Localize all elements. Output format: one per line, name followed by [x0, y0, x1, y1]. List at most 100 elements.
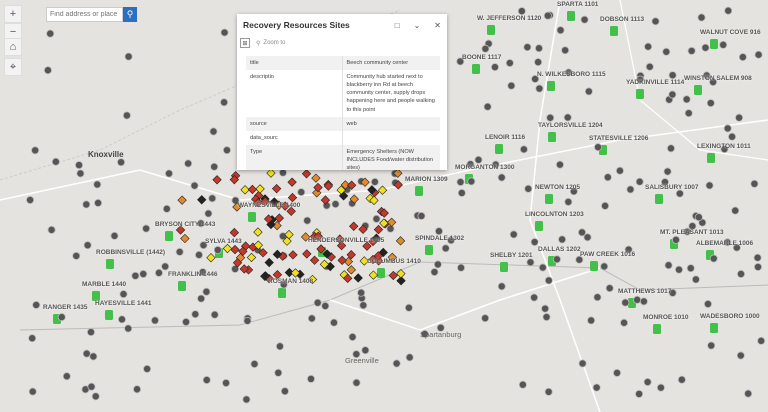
site-marker[interactable] [82, 200, 91, 209]
site-marker[interactable] [544, 276, 553, 285]
site-marker[interactable] [563, 113, 572, 122]
close-button[interactable]: ✕ [434, 21, 441, 30]
site-marker[interactable] [306, 374, 315, 383]
site-marker[interactable] [593, 293, 602, 302]
site-marker[interactable] [728, 132, 737, 141]
site-marker[interactable] [523, 43, 532, 52]
site-marker[interactable] [62, 372, 71, 381]
site-marker[interactable] [615, 166, 624, 175]
site-marker[interactable] [594, 143, 603, 152]
site-marker[interactable] [534, 44, 543, 53]
hazard-marker[interactable] [197, 195, 207, 205]
site-marker[interactable] [635, 177, 644, 186]
site-marker[interactable] [417, 211, 426, 220]
site-marker[interactable] [651, 17, 660, 26]
site-marker[interactable] [47, 225, 56, 234]
site-marker[interactable] [122, 111, 131, 120]
site-marker[interactable] [142, 224, 151, 233]
site-marker[interactable] [600, 262, 609, 271]
station-marker[interactable] [707, 153, 715, 163]
site-marker[interactable] [674, 265, 683, 274]
site-marker[interactable] [541, 304, 550, 313]
site-marker[interactable] [117, 315, 126, 324]
site-marker[interactable] [644, 42, 653, 51]
collapse-button[interactable]: ⌄ [414, 21, 421, 30]
site-marker[interactable] [210, 162, 219, 171]
site-marker[interactable] [535, 84, 544, 93]
station-marker[interactable] [178, 281, 186, 291]
hazard-marker[interactable] [301, 169, 312, 179]
site-marker[interactable] [605, 284, 614, 293]
site-marker[interactable] [621, 298, 630, 307]
site-marker[interactable] [87, 382, 96, 391]
site-marker[interactable] [457, 188, 466, 197]
site-marker[interactable] [430, 268, 439, 277]
site-marker[interactable] [242, 395, 251, 404]
site-marker[interactable] [731, 206, 740, 215]
site-marker[interactable] [639, 297, 648, 306]
site-marker[interactable] [370, 177, 379, 186]
hazard-marker[interactable] [396, 268, 406, 279]
site-marker[interactable] [706, 99, 715, 108]
site-marker[interactable] [75, 161, 84, 170]
hazard-marker[interactable] [373, 224, 384, 235]
site-marker[interactable] [204, 209, 213, 218]
site-marker[interactable] [754, 50, 763, 59]
site-marker[interactable] [213, 245, 222, 254]
station-marker[interactable] [710, 39, 718, 49]
station-marker[interactable] [425, 245, 433, 255]
station-marker[interactable] [545, 194, 553, 204]
site-marker[interactable] [93, 180, 102, 189]
site-marker[interactable] [519, 145, 528, 154]
site-marker[interactable] [517, 7, 526, 16]
site-marker[interactable] [303, 216, 312, 225]
site-marker[interactable] [89, 352, 98, 361]
site-marker[interactable] [564, 197, 573, 206]
hazard-marker[interactable] [180, 233, 190, 244]
site-marker[interactable] [542, 313, 551, 322]
site-marker[interactable] [481, 44, 490, 53]
site-marker[interactable] [543, 11, 552, 20]
station-marker[interactable] [636, 89, 644, 99]
site-marker[interactable] [664, 261, 673, 270]
station-marker[interactable] [655, 194, 663, 204]
station-marker[interactable] [165, 231, 173, 241]
site-marker[interactable] [578, 359, 587, 368]
zoom-in-button[interactable]: + [4, 5, 22, 23]
station-marker[interactable] [694, 85, 702, 95]
hazard-marker[interactable] [274, 213, 284, 223]
site-marker[interactable] [150, 316, 159, 325]
station-marker[interactable] [106, 259, 114, 269]
site-marker[interactable] [723, 124, 732, 133]
site-marker[interactable] [297, 188, 306, 197]
site-marker[interactable] [51, 157, 60, 166]
hazard-marker[interactable] [222, 243, 233, 254]
site-marker[interactable] [738, 53, 747, 62]
site-marker[interactable] [220, 98, 229, 107]
site-marker[interactable] [182, 317, 191, 326]
site-marker[interactable] [280, 387, 289, 396]
site-marker[interactable] [392, 359, 401, 368]
site-marker[interactable] [456, 178, 465, 187]
station-marker[interactable] [590, 261, 598, 271]
station-marker[interactable] [415, 186, 423, 196]
site-marker[interactable] [86, 328, 95, 337]
site-marker[interactable] [555, 160, 564, 169]
site-marker[interactable] [584, 87, 593, 96]
site-marker[interactable] [191, 310, 200, 319]
site-marker[interactable] [352, 378, 361, 387]
site-marker[interactable] [46, 29, 55, 38]
hazard-marker[interactable] [212, 175, 222, 185]
site-marker[interactable] [757, 336, 766, 345]
site-marker[interactable] [754, 262, 763, 271]
site-marker[interactable] [620, 318, 629, 327]
site-marker[interactable] [526, 258, 535, 267]
select-feature-icon[interactable]: ⊞ [240, 38, 250, 48]
hazard-marker[interactable] [388, 270, 398, 281]
hazard-marker[interactable] [230, 244, 240, 255]
site-marker[interactable] [348, 332, 357, 341]
site-marker[interactable] [518, 380, 527, 389]
station-marker[interactable] [377, 268, 385, 278]
site-marker[interactable] [558, 235, 567, 244]
hazard-marker[interactable] [337, 255, 347, 266]
